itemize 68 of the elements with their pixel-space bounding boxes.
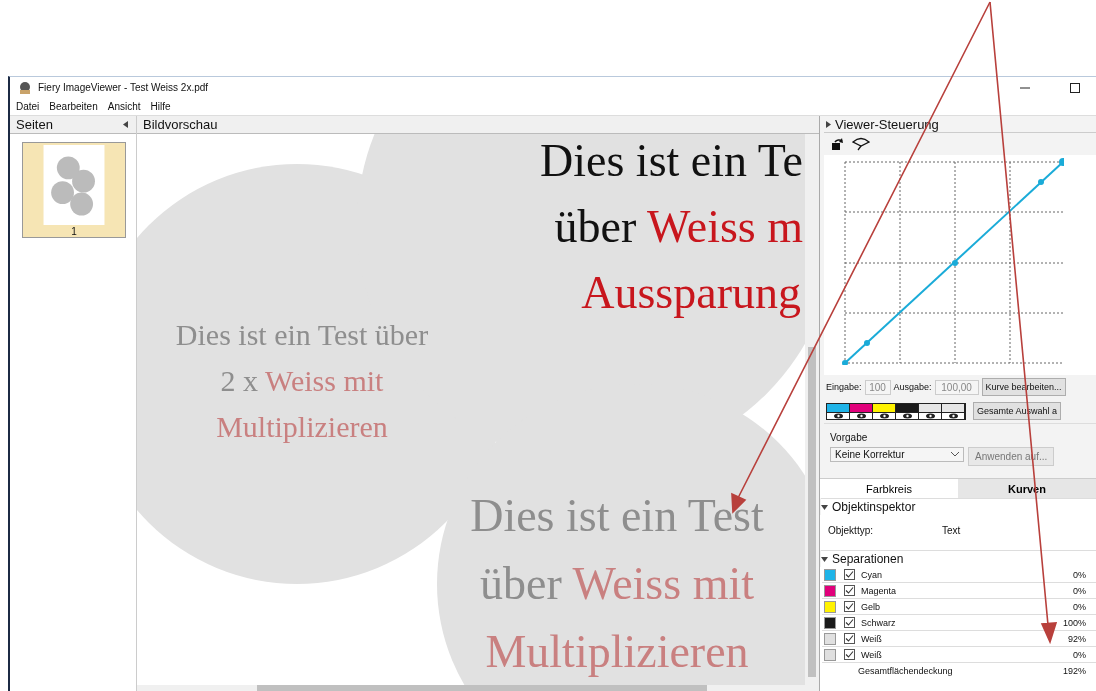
page-number: 1 [71,226,77,237]
eye-icon [902,412,912,419]
eye-icon [925,412,935,419]
separation-name: Weiß [861,633,883,644]
scrollbar[interactable] [805,134,819,685]
checkbox[interactable] [844,585,855,596]
total-label: Gesamtflächendeckung [857,665,954,676]
preview-text: Dies ist ein Test [470,490,764,541]
eyedropper-icon[interactable] [852,137,870,151]
checkbox[interactable] [844,649,855,660]
field-value: Text [942,525,961,536]
field-label: Objekttyp: [828,525,875,536]
rotate-icon[interactable] [830,137,844,151]
checkbox[interactable] [844,617,855,628]
preset-dropdown[interactable]: Keine Korrektur [830,447,964,462]
preset-label: Vorgabe [830,432,869,443]
preview-text: 2 x [220,364,260,397]
app-icon [18,80,32,95]
section-title: Separationen [832,552,904,566]
page-thumbnail[interactable]: 1 [22,142,126,238]
checkbox[interactable] [844,601,855,612]
preview-text: Dies ist ein Te [540,135,803,186]
eye-icon [948,412,958,419]
tab[interactable]: Farbkreis [820,479,958,498]
preview-text: Multiplizieren [485,626,749,677]
collapse-icon[interactable] [821,556,828,562]
separation-name: Schwarz [861,617,897,628]
preview-text: Weiss mit [265,364,384,397]
section-title: Objektinspektor [832,500,916,514]
preview-text: Aussparung [581,267,801,318]
separation-value: 92% [1068,633,1086,644]
checkbox[interactable] [844,633,855,644]
preview-text: über [480,558,563,609]
preview-text: Weiss m [647,201,803,252]
window-title: Fiery ImageViewer - Test Weiss 2x.pdf [38,82,209,93]
separation-value: 0% [1073,569,1086,580]
menu-item[interactable]: Datei [16,101,40,112]
channel-selector[interactable] [826,402,966,420]
field-label: Eingabe: [826,382,862,392]
field-label: Ausgabe: [893,382,932,392]
preview-text: Weiss mit [572,558,754,609]
chevron-icon [951,452,959,457]
menu-item[interactable]: Hilfe [150,101,171,112]
preview-text: über [554,201,638,252]
collapse-icon[interactable] [821,504,828,510]
separation-value: 100% [1062,617,1086,628]
separation-value: 0% [1073,585,1086,596]
eye-icon [856,412,866,419]
eye-icon [879,412,889,419]
collapse-icon[interactable] [123,121,128,128]
maximize-icon[interactable] [1070,82,1080,93]
menu-item[interactable]: Ansicht [107,101,141,112]
expand-icon[interactable] [826,120,831,128]
separation-name: Magenta [861,585,898,596]
eye-icon [833,412,843,419]
menu-item[interactable]: Bearbeiten [49,101,98,112]
preview-text: Dies ist ein Test über [175,318,429,351]
separation-value: 0% [1073,649,1086,660]
scrollbar[interactable] [137,685,819,691]
checkbox[interactable] [844,569,855,580]
separation-name: Gelb [861,601,881,612]
separation-name: Cyan [861,569,883,580]
panel-title: Bildvorschau [143,117,218,132]
separation-value: 0% [1073,601,1086,612]
panel-title: Seiten [16,117,53,132]
total-value: 192% [1062,665,1086,676]
separation-name: Weiß [861,649,883,660]
preview-text: Multiplizieren [216,410,388,443]
